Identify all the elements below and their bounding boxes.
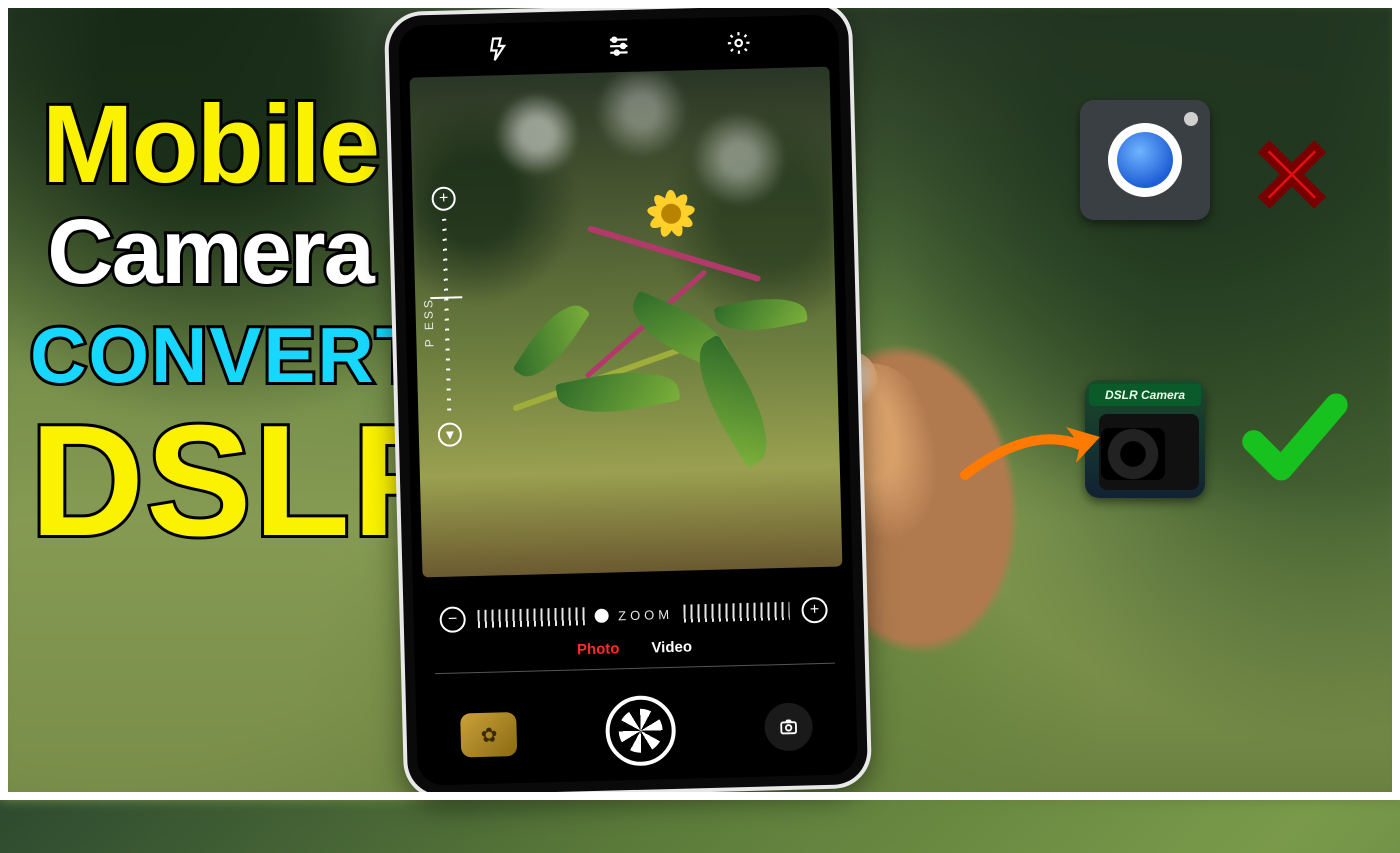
exposure-ticks[interactable] xyxy=(442,219,451,415)
text-dslr: DSLR xyxy=(30,402,390,560)
dslr-camera-app-icon: DSLR Camera xyxy=(1085,380,1205,498)
camera-lens-icon xyxy=(1117,132,1173,188)
zoom-handle[interactable] xyxy=(594,609,608,623)
mode-photo[interactable]: Photo xyxy=(577,640,620,658)
flash-icon[interactable] xyxy=(485,35,512,67)
phone-screen: + ▾ P ESS − ZOOM + Photo Video xyxy=(398,14,858,785)
text-convert: CONVERT xyxy=(30,316,390,394)
exposure-down-icon[interactable]: ▾ xyxy=(438,422,463,447)
text-camera: Camera xyxy=(30,206,390,298)
camera-dot-icon xyxy=(1184,112,1198,126)
bottom-bar: ✿ xyxy=(416,690,858,771)
text-mobile: Mobile xyxy=(30,90,390,200)
zoom-plus-icon[interactable]: + xyxy=(801,597,828,624)
exposure-plus-icon[interactable]: + xyxy=(431,186,456,211)
dslr-app-title: DSLR Camera xyxy=(1089,384,1201,406)
accept-check-icon xyxy=(1240,382,1350,497)
shutter-aperture-icon xyxy=(618,708,663,753)
headline-block: Mobile Camera CONVERT DSLR xyxy=(30,90,390,560)
plant-flower xyxy=(642,185,699,242)
zoom-slider[interactable]: − ZOOM + xyxy=(439,597,828,633)
controls-divider xyxy=(435,663,835,674)
mode-selector[interactable]: Photo Video xyxy=(414,634,854,663)
camera-top-bar xyxy=(398,22,839,74)
exposure-label: P ESS xyxy=(421,297,436,347)
reject-cross-icon: ✕ xyxy=(1250,118,1334,235)
phone-frame: + ▾ P ESS − ZOOM + Photo Video xyxy=(388,4,868,796)
gallery-thumbnail[interactable]: ✿ xyxy=(460,712,517,757)
zoom-minus-icon[interactable]: − xyxy=(439,606,466,633)
pointer-arrow-icon xyxy=(960,420,1100,495)
mode-video[interactable]: Video xyxy=(651,638,692,656)
dslr-body-icon xyxy=(1099,414,1199,490)
camera-lens-ring xyxy=(1108,123,1182,197)
zoom-label: ZOOM xyxy=(618,606,673,622)
zoom-ticks[interactable]: ZOOM xyxy=(477,602,789,628)
switch-camera-button[interactable] xyxy=(764,702,813,751)
shutter-button[interactable] xyxy=(605,695,677,767)
adjust-icon[interactable] xyxy=(605,32,632,64)
settings-gear-icon[interactable] xyxy=(725,29,752,61)
dslr-lens-icon xyxy=(1101,428,1165,480)
default-camera-app-icon xyxy=(1080,100,1210,220)
camera-controls: − ZOOM + Photo Video ✿ xyxy=(413,574,858,785)
camera-viewfinder[interactable]: + ▾ P ESS xyxy=(409,67,842,578)
